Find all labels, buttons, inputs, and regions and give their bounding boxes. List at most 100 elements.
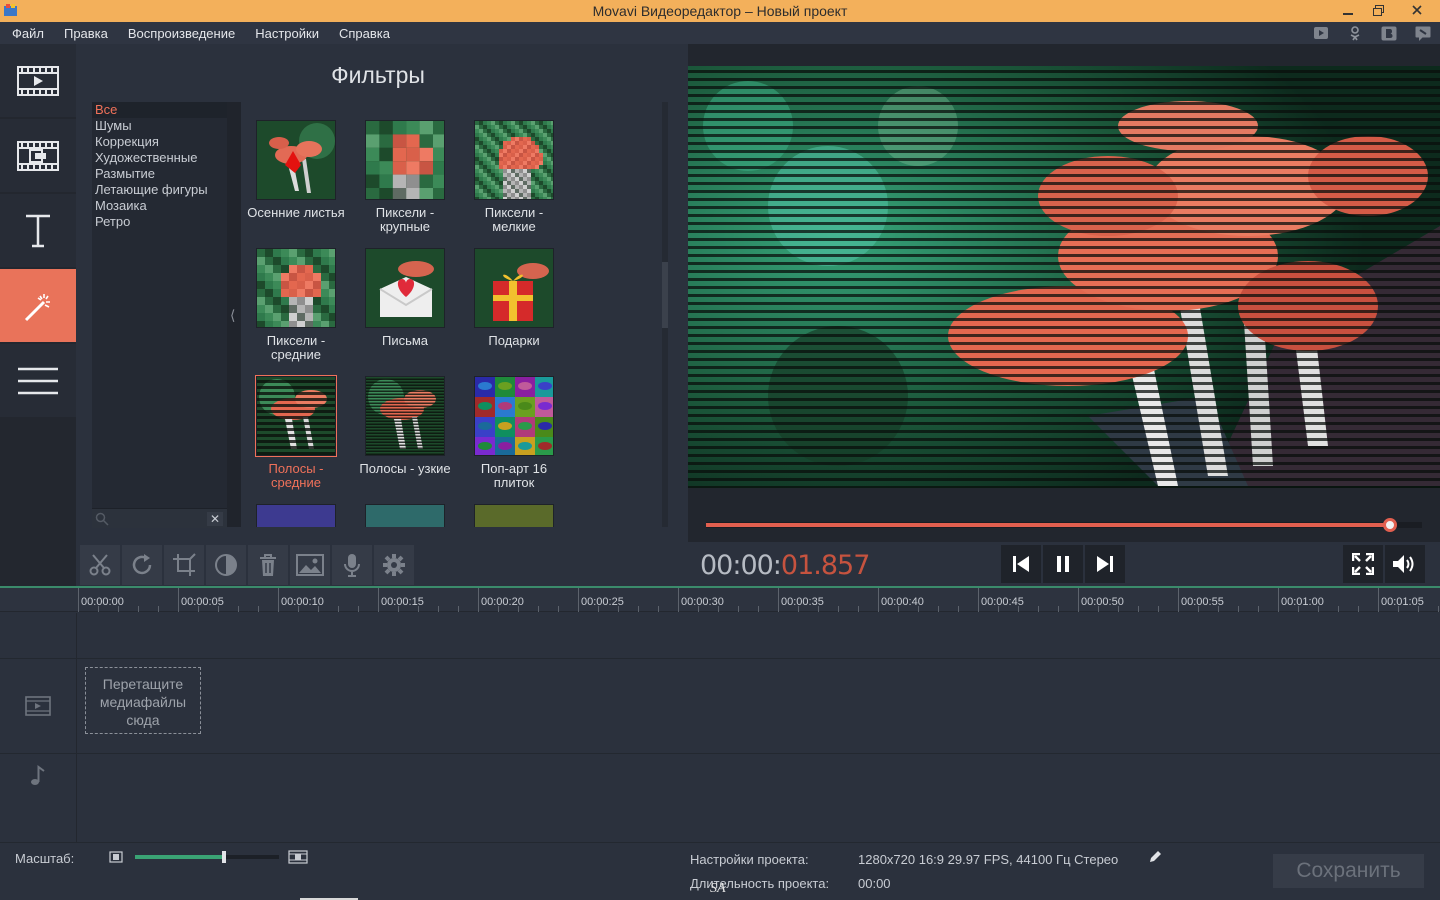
filter-tile-partial[interactable] xyxy=(464,504,564,527)
category-list: Все Шумы Коррекция Художественные Размыт… xyxy=(92,102,227,527)
filter-tile-pixels-small[interactable]: Пиксели - мелкие xyxy=(464,120,564,242)
ruler-minor-tick xyxy=(1358,606,1359,612)
clear-search-button[interactable]: ✕ xyxy=(207,512,223,526)
filter-label: Пиксели - крупные xyxy=(375,205,435,234)
filter-tile-autumn-leaves[interactable]: Осенние листья xyxy=(246,120,346,242)
filter-grid-scrollbar[interactable] xyxy=(662,102,668,527)
filter-tile-popart-16[interactable]: Поп-арт 16 плиток xyxy=(464,376,564,498)
ruler-tick: 00:00:20 xyxy=(478,588,524,612)
menu-settings[interactable]: Настройки xyxy=(255,26,319,41)
odnoklassniki-icon[interactable] xyxy=(1345,25,1364,41)
filter-thumbnail xyxy=(255,375,337,457)
category-correction[interactable]: Коррекция xyxy=(92,134,227,150)
category-artistic[interactable]: Художественные xyxy=(92,150,227,166)
category-noise[interactable]: Шумы xyxy=(92,118,227,134)
image-button[interactable] xyxy=(290,545,330,585)
ruler-minor-tick xyxy=(98,606,99,612)
next-button[interactable] xyxy=(1085,545,1125,583)
filter-tile-stripes-medium[interactable]: Полосы - средние xyxy=(246,375,346,498)
clip-settings-button[interactable] xyxy=(374,545,414,585)
category-retro[interactable]: Ретро xyxy=(92,214,227,230)
ruler-minor-tick xyxy=(1318,606,1319,612)
minimize-button[interactable] xyxy=(1332,0,1363,20)
filter-thumbnail xyxy=(365,376,445,456)
category-flying-shapes[interactable]: Летающие фигуры xyxy=(92,182,227,198)
category-all[interactable]: Все xyxy=(92,102,227,118)
seek-bar[interactable] xyxy=(706,518,1422,532)
previous-button[interactable] xyxy=(1001,545,1041,583)
project-duration-value: 00:00 xyxy=(858,876,891,891)
seek-handle[interactable] xyxy=(1382,518,1397,532)
filter-tile-gifts[interactable]: Подарки xyxy=(464,248,564,370)
import-media-icon xyxy=(17,65,59,96)
filter-grid: Осенние листья Пиксели - крупные Пиксели… xyxy=(244,102,662,527)
filters-wand-icon xyxy=(24,293,50,321)
ruler-minor-tick xyxy=(1038,606,1039,612)
filters-panel: Фильтры Все Шумы Коррекция Художественны… xyxy=(78,44,686,542)
youtube-icon[interactable] xyxy=(1311,25,1330,41)
vkontakte-icon[interactable] xyxy=(1379,25,1398,41)
ruler-minor-tick xyxy=(158,606,159,612)
timeline-ruler[interactable]: 00:00:00 00:00:05 00:00:10 00:00:15 00:00:20… xyxy=(0,588,1440,612)
ruler-minor-tick xyxy=(318,606,319,612)
close-button[interactable] xyxy=(1394,0,1440,20)
rotate-button[interactable] xyxy=(122,545,162,585)
crop-button[interactable] xyxy=(164,545,204,585)
menu-bar: Файл Правка Воспроизведение Настройки Сп… xyxy=(0,22,1440,44)
settings-gear-icon xyxy=(383,554,405,576)
scrollbar-thumb[interactable] xyxy=(662,262,668,328)
ruler-minor-tick xyxy=(718,606,719,612)
zoom-out-icon[interactable] xyxy=(109,851,123,863)
collapse-category-button[interactable]: ⟨ xyxy=(227,102,241,527)
filter-thumbnail xyxy=(474,376,554,456)
nav-transitions-button[interactable] xyxy=(0,119,76,192)
ruler-minor-tick xyxy=(558,606,559,612)
zoom-slider[interactable] xyxy=(135,851,279,863)
ruler-minor-tick xyxy=(698,606,699,612)
filter-thumbnail xyxy=(474,120,554,200)
menu-playback[interactable]: Воспроизведение xyxy=(128,26,235,41)
volume-button[interactable] xyxy=(1385,545,1425,583)
window-title: Movavi Видеоредактор – Новый проект xyxy=(592,3,848,19)
pause-button[interactable] xyxy=(1043,545,1083,583)
record-voice-button[interactable] xyxy=(332,545,372,585)
ruler-tick: 00:00:10 xyxy=(278,588,324,612)
filter-tile-letters[interactable]: Письма xyxy=(355,248,455,370)
menu-help[interactable]: Справка xyxy=(339,26,390,41)
category-mosaic[interactable]: Мозаика xyxy=(92,198,227,214)
ruler-minor-tick xyxy=(398,606,399,612)
film-icon xyxy=(25,696,51,716)
filter-tile-pixels-large[interactable]: Пиксели - крупные xyxy=(355,120,455,242)
fullscreen-button[interactable] xyxy=(1343,545,1383,583)
search-icon xyxy=(95,512,109,526)
zoom-in-icon[interactable] xyxy=(288,850,308,864)
nav-titles-button[interactable] xyxy=(0,194,76,267)
filter-tile-partial[interactable] xyxy=(246,504,346,527)
livejournal-icon[interactable] xyxy=(1413,25,1432,41)
color-adjust-button[interactable] xyxy=(206,545,246,585)
cut-button[interactable] xyxy=(80,545,120,585)
filter-search-input[interactable]: ✕ xyxy=(92,508,227,528)
nav-more-button[interactable] xyxy=(0,344,76,417)
nav-import-button[interactable] xyxy=(0,44,76,117)
ruler-minor-tick xyxy=(218,606,219,612)
save-button[interactable]: Сохранить xyxy=(1273,854,1424,888)
menu-edit[interactable]: Правка xyxy=(64,26,108,41)
bottom-bar: Масштаб: Настройки проекта: 1280x720 16:… xyxy=(0,843,1440,900)
ruler-minor-tick xyxy=(658,606,659,612)
ruler-minor-tick xyxy=(1158,606,1159,612)
filter-tile-partial[interactable] xyxy=(355,504,455,527)
edit-pencil-icon[interactable] xyxy=(1148,850,1162,864)
delete-button[interactable] xyxy=(248,545,288,585)
edit-toolbar xyxy=(78,542,688,586)
video-preview[interactable] xyxy=(688,66,1440,488)
restore-button[interactable] xyxy=(1363,0,1394,20)
media-dropzone[interactable]: Перетащите медиафайлы сюда xyxy=(85,667,201,734)
filter-tile-stripes-narrow[interactable]: Полосы - узкие xyxy=(355,376,455,498)
category-blur[interactable]: Размытие xyxy=(92,166,227,182)
menu-file[interactable]: Файл xyxy=(12,26,44,41)
nav-filters-button[interactable] xyxy=(0,269,76,342)
ruler-minor-tick xyxy=(138,606,139,612)
zoom-slider-handle[interactable] xyxy=(222,851,227,863)
filter-tile-pixels-medium[interactable]: Пиксели - средние xyxy=(246,248,346,370)
